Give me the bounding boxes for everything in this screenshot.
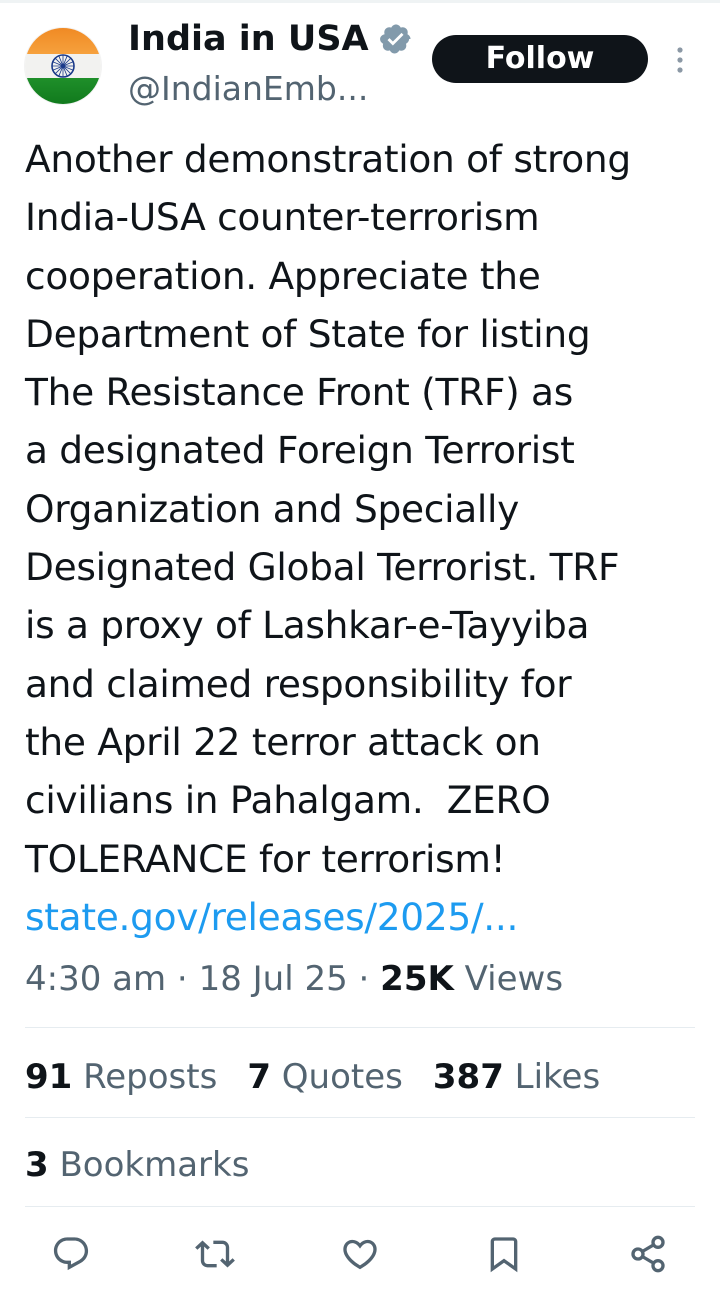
repost-icon[interactable] [195,1234,235,1274]
tweet-text: Another demonstration of strong India-US… [25,137,631,881]
verified-badge-icon [379,24,411,54]
quotes-count: 7 [247,1057,271,1097]
quotes-stat[interactable]: 7 Quotes [247,1057,403,1097]
tweet-time[interactable]: 4:30 am [25,959,166,999]
bookmarks-label: Bookmarks [59,1145,250,1185]
like-icon[interactable] [340,1234,380,1274]
flag-green-band [25,78,101,104]
tweet-meta: 4:30 am · 18 Jul 25 · 25K Views [25,950,563,1008]
likes-count: 387 [432,1057,504,1097]
likes-label: Likes [514,1057,601,1097]
engagement-stats: 91 Reposts 7 Quotes 387 Likes [25,1048,630,1106]
flag-saffron-band [25,28,101,54]
reposts-count: 91 [25,1057,73,1097]
author-display-name[interactable]: India in USA [128,18,369,60]
more-options-icon[interactable] [670,44,690,76]
bookmarks-stat[interactable]: 3 Bookmarks [25,1136,249,1194]
reply-icon[interactable] [51,1234,91,1274]
action-bar [0,1230,720,1276]
views-count: 25K [380,959,454,999]
reposts-label: Reposts [83,1057,218,1097]
ashoka-chakra-icon [51,54,75,78]
quotes-label: Quotes [281,1057,403,1097]
meta-separator: · [166,959,199,999]
divider [25,1117,695,1118]
follow-button[interactable]: Follow [432,35,648,83]
views-label: Views [464,959,564,999]
tweet-body: Another demonstration of strong India-US… [25,130,705,946]
avatar[interactable] [25,28,101,104]
likes-stat[interactable]: 387 Likes [433,1057,600,1097]
bookmarks-count: 3 [25,1145,49,1185]
share-icon[interactable] [628,1234,668,1274]
meta-separator: · [347,959,381,999]
divider [25,1206,695,1207]
tweet-date[interactable]: 18 Jul 25 [199,959,348,999]
tweet-link[interactable]: state.gov/releases/2025/... [25,895,518,939]
author-name-row[interactable]: India in USA [128,18,413,60]
reposts-stat[interactable]: 91 Reposts [25,1057,217,1097]
author-handle[interactable]: @IndianEmb... [128,68,368,110]
top-divider [0,0,720,3]
divider [25,1027,695,1028]
bookmark-icon[interactable] [484,1234,524,1274]
